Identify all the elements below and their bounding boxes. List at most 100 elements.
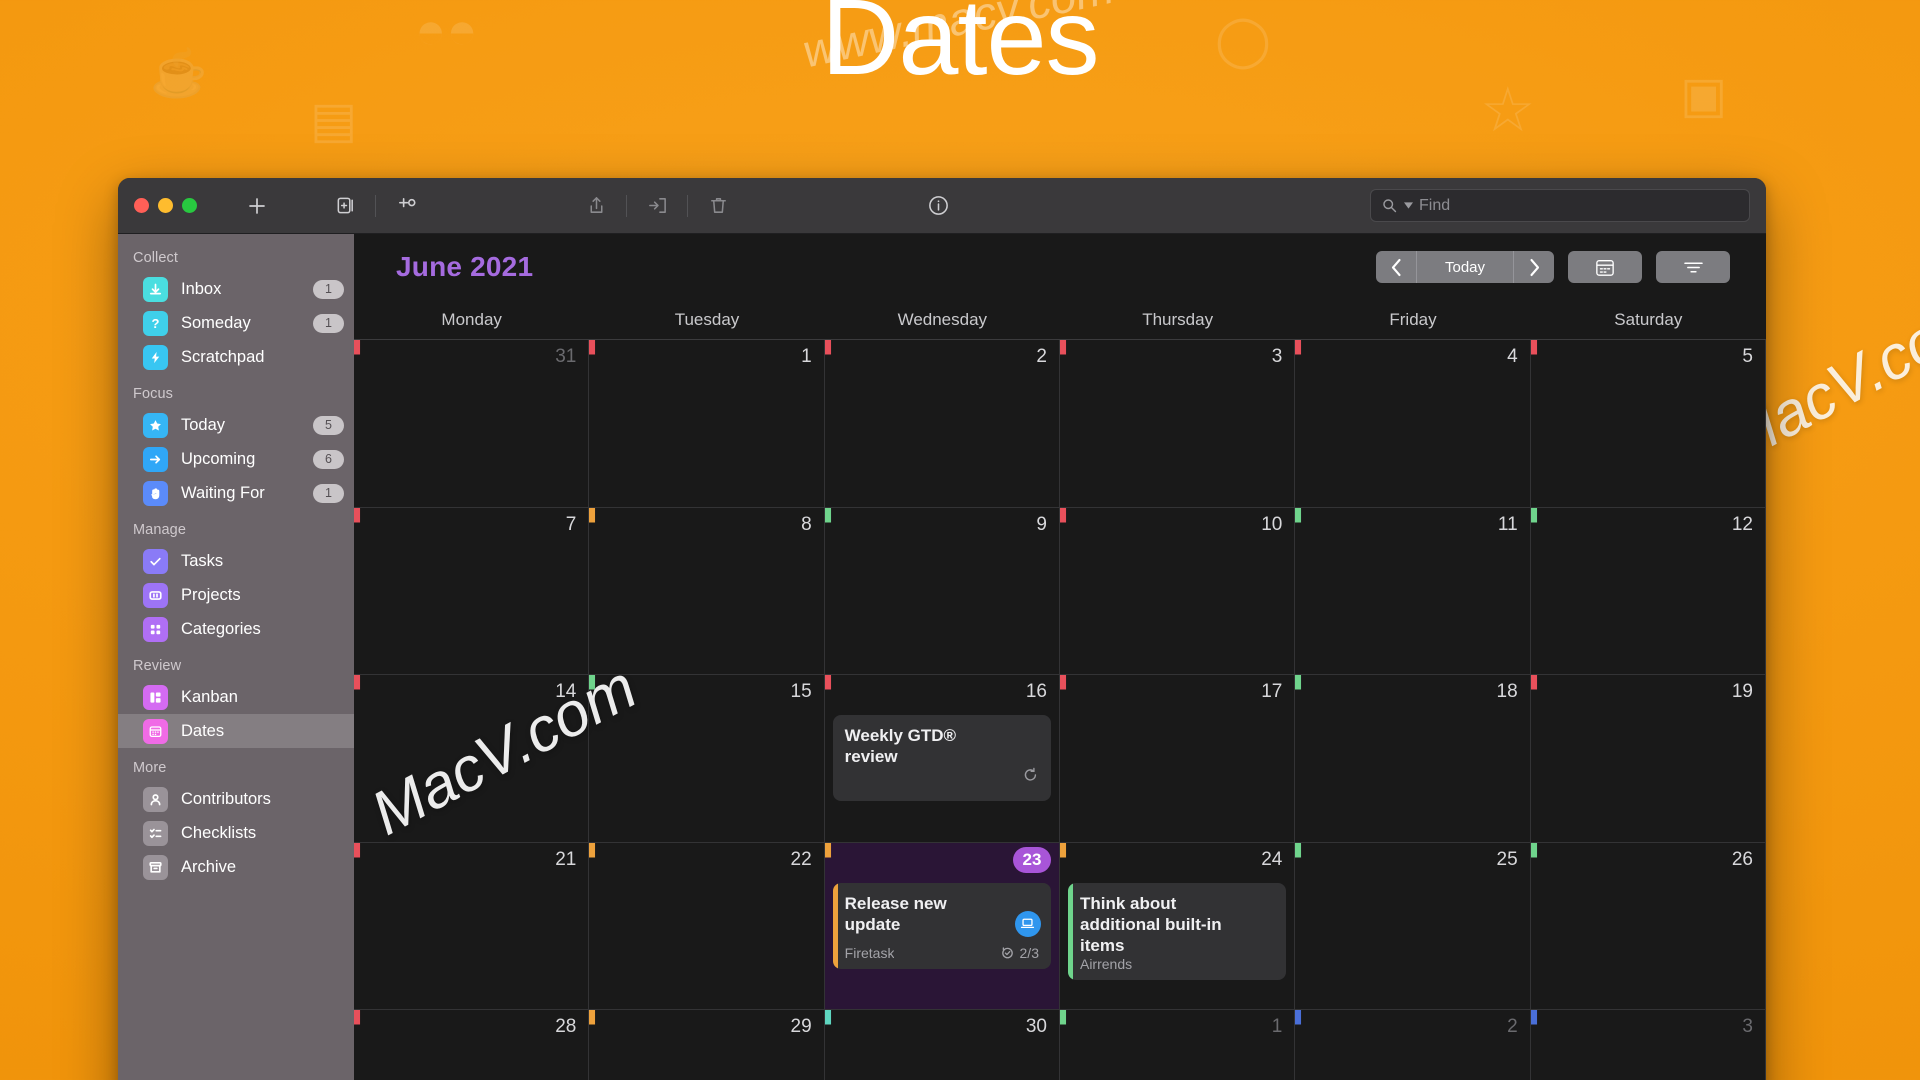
sidebar-item-badge: 6 — [313, 449, 344, 469]
weekday-header: Monday — [441, 309, 502, 329]
calendar-day-cell[interactable]: 26 — [1530, 842, 1766, 1011]
calendar-day-cell[interactable]: 14 — [354, 675, 590, 843]
filter-button[interactable] — [1656, 251, 1730, 283]
calendar-icon — [143, 718, 168, 744]
previous-period-button[interactable] — [1376, 251, 1416, 283]
calendar-day-cell[interactable]: 21 — [354, 842, 590, 1011]
sidebar-item-label: Archive — [181, 857, 237, 876]
calendar-day-cell[interactable]: 19 — [1530, 675, 1766, 843]
weekday-header: Saturday — [1614, 309, 1683, 329]
minimize-window-button[interactable] — [158, 198, 173, 213]
day-number: 16 — [1025, 681, 1047, 703]
sidebar-item-waiting-for[interactable]: Waiting For 1 — [118, 476, 354, 510]
task-card-meta: Airrends — [1080, 956, 1274, 972]
calendar-day-cell[interactable]: 2 — [824, 340, 1060, 508]
calendar-day-cell[interactable]: 1 — [589, 340, 825, 508]
today-button[interactable]: Today — [1416, 251, 1514, 283]
move-to-icon[interactable] — [637, 189, 677, 223]
sidebar-item-label: Inbox — [181, 279, 222, 298]
sidebar-section-review: Review — [133, 658, 182, 674]
delete-icon[interactable] — [698, 189, 738, 223]
doodle-book-icon: ▤ — [310, 92, 358, 148]
sidebar-item-upcoming[interactable]: Upcoming 6 — [118, 442, 354, 476]
close-window-button[interactable] — [134, 198, 149, 213]
calendar-day-cell[interactable]: 3 — [1530, 1010, 1766, 1080]
task-card-title: Think about additional built-in items — [1079, 893, 1222, 955]
sidebar-item-checklists[interactable]: Checklists — [118, 816, 354, 850]
task-card[interactable]: Weekly GTD® review — [832, 715, 1051, 802]
weekday-header: Thursday — [1142, 309, 1214, 329]
calendar-grid: 31 1 2 3 4 5 7 8 9 10 11 12 14 15 16 Weekly GTD® review… — [354, 340, 1766, 1080]
toolbar-divider — [375, 194, 376, 217]
calendar-day-cell[interactable]: 15 — [589, 675, 825, 843]
calendar-day-cell[interactable]: 8 — [589, 507, 825, 676]
calendar-day-cell[interactable]: 31 — [354, 340, 590, 508]
calendar-day-cell[interactable]: 23 Release new update Firetask 2/3 — [824, 842, 1060, 1011]
sidebar-item-today[interactable]: Today 5 — [118, 408, 354, 442]
archive-icon — [143, 854, 168, 880]
calendar-day-cell[interactable]: 25 — [1295, 842, 1531, 1011]
sidebar-item-scratchpad[interactable]: Scratchpad — [118, 340, 354, 374]
calendar-day-cell[interactable]: 2 — [1295, 1010, 1531, 1080]
new-task-icon[interactable] — [325, 189, 365, 223]
day-flag-icon — [354, 842, 373, 870]
sidebar-item-projects[interactable]: Projects — [118, 578, 354, 612]
calendar-day-cell[interactable]: 30 — [824, 1010, 1060, 1080]
app-window: Find Collect Inbox 1? Someday 1 Scratchpad Foc… — [118, 178, 1766, 1080]
search-input[interactable]: Find — [1370, 189, 1750, 222]
day-flag-icon — [1530, 675, 1549, 702]
sidebar-item-kanban[interactable]: Kanban — [118, 680, 354, 714]
calendar-day-cell[interactable]: 4 — [1295, 340, 1531, 508]
calendar-day-cell[interactable]: 18 — [1295, 675, 1531, 843]
calendar-day-cell[interactable]: 9 — [824, 507, 1060, 676]
task-card-title: Release new update — [844, 893, 947, 934]
new-project-icon[interactable] — [386, 189, 426, 223]
sidebar-item-dates[interactable]: Dates — [118, 714, 354, 748]
day-flag-icon — [354, 1010, 373, 1037]
calendar-day-cell[interactable]: 29 — [589, 1010, 825, 1080]
task-card[interactable]: Release new update Firetask 2/3 — [832, 882, 1051, 969]
day-number: 2 — [1507, 1016, 1518, 1038]
day-number: 29 — [790, 1016, 812, 1038]
toolbar-divider — [687, 194, 688, 217]
calendar-day-cell[interactable]: 3 — [1059, 340, 1296, 508]
calendar-day-cell[interactable]: 7 — [354, 507, 590, 676]
calendar-day-cell[interactable]: 10 — [1059, 507, 1296, 676]
next-period-button[interactable] — [1514, 251, 1554, 283]
sidebar-item-label: Checklists — [181, 823, 257, 842]
calendar-day-cell[interactable]: 28 — [354, 1010, 590, 1080]
sidebar-item-label: Dates — [181, 721, 225, 740]
calendar-day-cell[interactable]: 11 — [1295, 507, 1531, 676]
calendar-day-cell[interactable]: 12 — [1530, 507, 1766, 676]
calendar-day-cell[interactable]: 24 Think about additional built-in items A… — [1059, 842, 1296, 1011]
calendar-day-cell[interactable]: 16 Weekly GTD® review — [824, 675, 1060, 843]
sidebar-item-archive[interactable]: Archive — [118, 850, 354, 884]
sidebar-item-tasks[interactable]: Tasks — [118, 544, 354, 578]
calendar-view-button[interactable] — [1568, 251, 1642, 283]
chevron-down-icon — [1404, 202, 1413, 209]
info-icon[interactable] — [918, 189, 958, 223]
calendar-day-cell[interactable]: 1 — [1059, 1010, 1296, 1080]
filter-icon — [1683, 261, 1703, 273]
sidebar-item-inbox[interactable]: Inbox 1 — [118, 272, 354, 306]
sidebar-item-label: Waiting For — [181, 483, 265, 502]
sidebar-item-categories[interactable]: Categories — [118, 612, 354, 646]
sidebar-item-contributors[interactable]: Contributors — [118, 782, 354, 816]
sidebar-item-someday[interactable]: ? Someday 1 — [118, 306, 354, 340]
calendar-grid-icon — [1596, 259, 1614, 276]
day-flag-icon — [354, 340, 373, 367]
share-icon[interactable] — [576, 189, 616, 223]
sidebar: Collect Inbox 1? Someday 1 Scratchpad Focus Tod… — [118, 234, 354, 1080]
task-card[interactable]: Think about additional built-in items Air… — [1067, 882, 1287, 981]
sidebar-item-label: Upcoming — [181, 449, 256, 468]
checklist-icon — [143, 820, 168, 846]
calendar-day-cell[interactable]: 5 — [1530, 340, 1766, 508]
calendar-day-cell[interactable]: 22 — [589, 842, 825, 1011]
sidebar-item-label: Scratchpad — [181, 347, 265, 366]
day-number: 7 — [565, 513, 577, 535]
zoom-window-button[interactable] — [182, 198, 197, 213]
day-flag-icon — [1530, 340, 1549, 367]
calendar-day-cell[interactable]: 17 — [1059, 675, 1296, 843]
day-flag-icon — [1295, 675, 1314, 702]
add-button[interactable] — [237, 189, 277, 223]
